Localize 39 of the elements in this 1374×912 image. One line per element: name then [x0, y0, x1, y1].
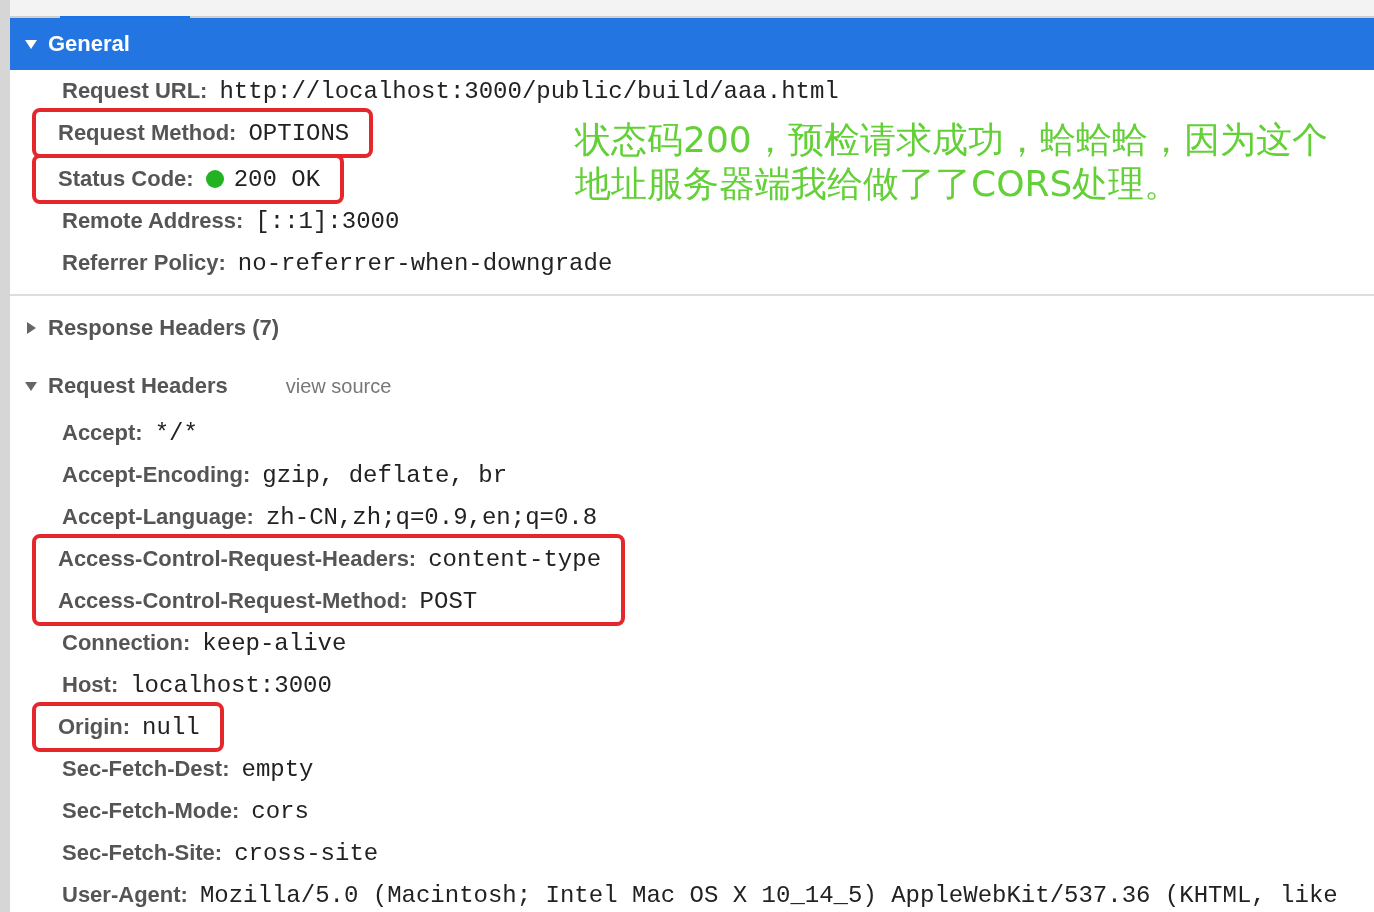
- header-value: cross-site: [234, 839, 379, 867]
- header-value: 200 OK: [233, 165, 321, 193]
- header-value: cors: [251, 797, 309, 825]
- section-header[interactable]: Response Headers (7): [10, 302, 1374, 354]
- header-value: content-type: [428, 545, 602, 573]
- header-value: POST: [419, 587, 478, 615]
- header-name: Accept-Language:: [62, 504, 254, 530]
- header-name: Accept:: [62, 420, 143, 446]
- header-name: Sec-Fetch-Dest:: [62, 756, 230, 782]
- header-name: Sec-Fetch-Mode:: [62, 798, 240, 824]
- header-value: null: [142, 713, 200, 741]
- header-name: Accept-Encoding:: [62, 462, 251, 488]
- header-name: Remote Address:: [62, 208, 244, 234]
- header-value: gzip, deflate, br: [262, 461, 508, 489]
- header-value: */*: [154, 419, 198, 447]
- header-value: localhost:3000: [130, 671, 332, 699]
- header-value: empty: [241, 755, 314, 783]
- annotation-text: 状态码200，预检请求成功，蛤蛤蛤，因为这个地址服务器端我给做了了CORS处理。: [575, 118, 1329, 206]
- header-value: keep-alive: [202, 629, 347, 657]
- header-value: zh-CN,zh;q=0.9,en;q=0.8: [265, 503, 598, 531]
- header-value: OPTIONS: [248, 119, 350, 147]
- header-name: Access-Control-Request-Headers:: [58, 546, 417, 572]
- section-header[interactable]: Request Headers view source: [10, 360, 1374, 412]
- header-name: Request URL:: [62, 78, 208, 104]
- header-name: Host:: [62, 672, 119, 698]
- header-name: Origin:: [58, 714, 131, 740]
- header-name: Connection:: [62, 630, 191, 656]
- section-header[interactable]: General: [10, 18, 1374, 70]
- header-name: Access-Control-Request-Method:: [58, 588, 408, 614]
- header-name: Referrer Policy:: [62, 250, 226, 276]
- header-name: User-Agent:: [62, 882, 188, 908]
- view-source-link[interactable]: view source: [285, 374, 392, 398]
- header-name: Status Code:: [58, 166, 194, 192]
- header-name: Sec-Fetch-Site:: [62, 840, 223, 866]
- header-name: Request Method:: [58, 120, 237, 146]
- header-value: Mozilla/5.0 (Macintosh; Intel Mac OS X 10_14_5) AppleWebKit/537.36 (KHTML, like: [199, 881, 1338, 909]
- header-value: [::1]:3000: [255, 207, 400, 235]
- header-value: no-referrer-when-downgrade: [237, 249, 613, 277]
- header-value: http://localhost:3000/public/build/aaa.html: [219, 77, 839, 105]
